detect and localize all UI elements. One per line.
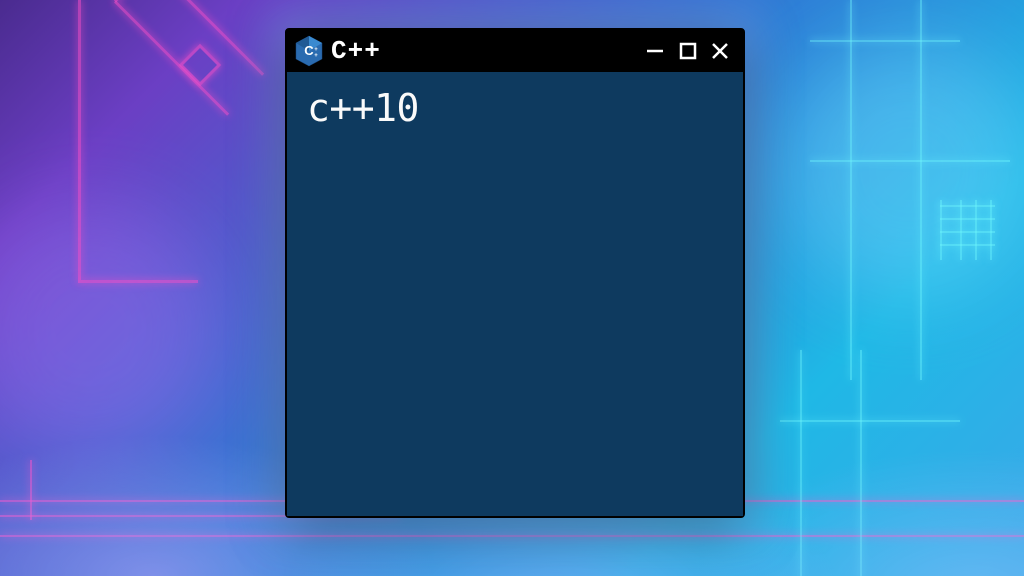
terminal-output: c++10 (307, 86, 723, 130)
window-title: C++ (331, 36, 635, 66)
svg-text:C: C (304, 43, 314, 58)
titlebar[interactable]: C + + C++ (287, 30, 743, 72)
minimize-icon (645, 40, 667, 62)
maximize-button[interactable] (675, 38, 701, 64)
app-window: C + + C++ (285, 28, 745, 518)
maximize-icon (678, 41, 698, 61)
window-controls (643, 38, 733, 64)
close-icon (709, 40, 731, 62)
close-button[interactable] (707, 38, 733, 64)
terminal-content[interactable]: c++10 (287, 72, 743, 516)
cpp-logo-icon: C + + (295, 35, 323, 67)
svg-text:+: + (314, 53, 318, 59)
minimize-button[interactable] (643, 38, 669, 64)
